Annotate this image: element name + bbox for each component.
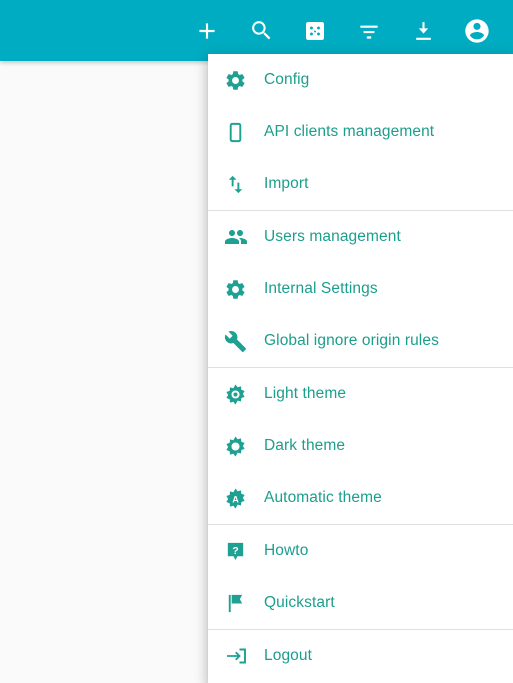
menu-item-label: Global ignore origin rules <box>264 332 439 350</box>
menu-item-internal-settings[interactable]: Internal Settings <box>208 263 513 315</box>
wrench-icon <box>224 329 264 353</box>
gear-icon <box>224 277 264 301</box>
menu-item-label: Light theme <box>264 385 347 403</box>
menu-item-label: Logout <box>264 647 313 665</box>
menu-item-dark-theme[interactable]: Dark theme <box>208 420 513 472</box>
menu-item-quickstart[interactable]: Quickstart <box>208 577 513 629</box>
menu-item-light-theme[interactable]: Light theme <box>208 368 513 420</box>
menu-item-label: API clients management <box>264 123 435 141</box>
menu-item-global-ignore-origin-rules[interactable]: Global ignore origin rules <box>208 315 513 367</box>
flag-icon <box>224 591 264 615</box>
menu-item-label: Config <box>264 71 310 89</box>
download-button[interactable] <box>401 9 445 53</box>
account-button[interactable] <box>455 9 499 53</box>
add-button[interactable] <box>185 9 229 53</box>
app-bar <box>0 0 513 61</box>
svg-text:A: A <box>232 494 239 504</box>
search-button[interactable] <box>239 9 283 53</box>
people-icon <box>224 225 264 249</box>
account-dropdown-menu: Config API clients management Import Use… <box>208 54 513 683</box>
menu-item-config[interactable]: Config <box>208 54 513 106</box>
menu-group: Light theme Dark theme A Automatic theme <box>208 368 513 524</box>
sun-auto-icon: A <box>224 486 264 510</box>
import-export-icon <box>224 172 264 196</box>
menu-item-howto[interactable]: ? Howto <box>208 525 513 577</box>
menu-item-users-management[interactable]: Users management <box>208 211 513 263</box>
sun-filled-icon <box>224 382 264 406</box>
dice-icon <box>303 19 327 43</box>
menu-item-label: Automatic theme <box>264 489 382 507</box>
menu-item-import[interactable]: Import <box>208 158 513 210</box>
filter-button[interactable] <box>347 9 391 53</box>
menu-group: Users management Internal Settings Globa… <box>208 211 513 367</box>
menu-item-label: Import <box>264 175 309 193</box>
menu-item-label: Internal Settings <box>264 280 378 298</box>
menu-item-label: Users management <box>264 228 401 246</box>
menu-item-label: Dark theme <box>264 437 346 455</box>
menu-item-label: Howto <box>264 542 309 560</box>
logout-icon <box>224 644 264 668</box>
menu-group: ? Howto Quickstart <box>208 525 513 629</box>
svg-text:?: ? <box>232 544 238 556</box>
account-circle-icon <box>463 17 491 45</box>
filter-icon <box>356 18 382 44</box>
menu-item-logout[interactable]: Logout <box>208 630 513 682</box>
help-icon: ? <box>224 539 264 563</box>
download-icon <box>411 18 436 43</box>
random-button[interactable] <box>293 9 337 53</box>
menu-item-api-clients-management[interactable]: API clients management <box>208 106 513 158</box>
menu-group: Config API clients management Import <box>208 54 513 210</box>
menu-group: Logout <box>208 630 513 682</box>
smartphone-icon <box>224 120 264 144</box>
menu-item-label: Quickstart <box>264 594 335 612</box>
search-icon <box>249 18 274 43</box>
gear-icon <box>224 68 264 92</box>
plus-icon <box>194 18 220 44</box>
sun-outline-icon <box>224 434 264 458</box>
menu-item-automatic-theme[interactable]: A Automatic theme <box>208 472 513 524</box>
